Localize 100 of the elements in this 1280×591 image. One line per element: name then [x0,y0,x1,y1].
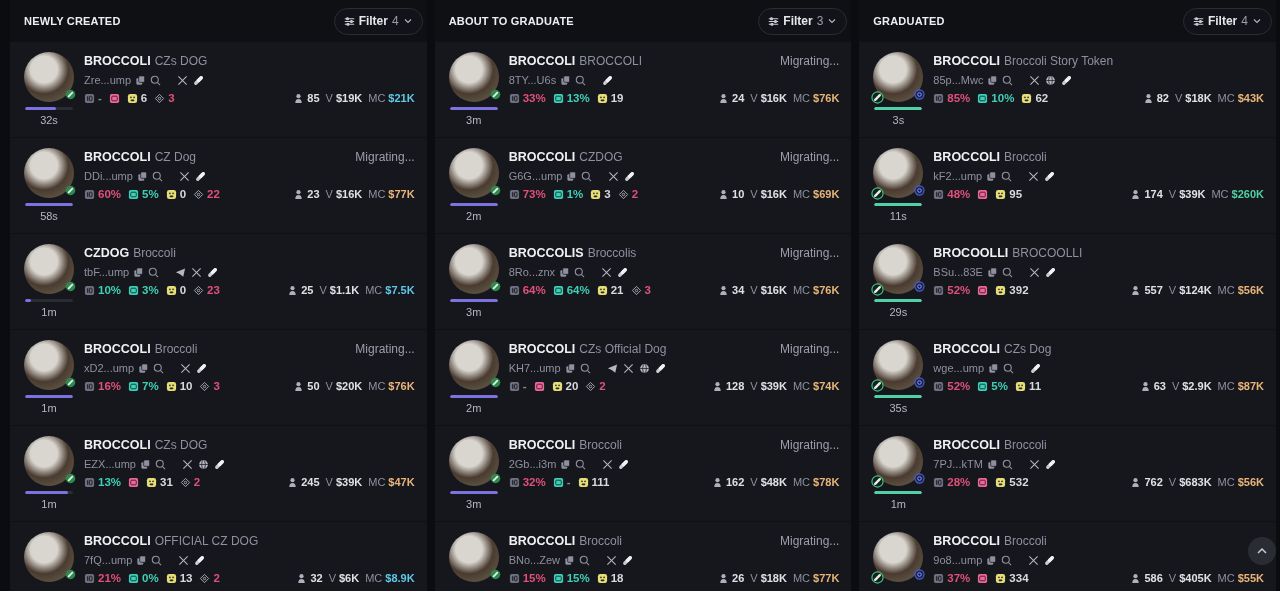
token-card[interactable]: 35s BROCCOLI CZs Dog wge...ump 52% 5% 11 63 V $2.9K MC $87K [859,330,1276,425]
token-address[interactable]: 7fQ...ump [84,554,133,566]
copy-icon[interactable] [133,266,145,278]
x-logo-icon[interactable] [1028,554,1040,566]
pill-icon[interactable] [654,362,666,374]
token-address[interactable]: 85p...Mwc [933,74,984,86]
copy-icon[interactable] [138,362,150,374]
filter-button[interactable]: Filter 3 [758,7,848,35]
x-logo-icon[interactable] [1029,74,1041,86]
x-logo-icon[interactable] [178,554,190,566]
search-icon[interactable] [1003,362,1015,374]
token-card[interactable]: BROCCOLI Broccoli Migrating... BNo...Zew 15% 15% 18 26 V $18K MC $77K [434,522,852,591]
globe-icon[interactable] [197,458,209,470]
x-logo-icon[interactable] [622,362,634,374]
search-icon[interactable] [150,74,162,86]
x-logo-icon[interactable] [181,458,193,470]
pill-icon[interactable] [624,170,636,182]
pill-icon[interactable] [194,554,206,566]
search-icon[interactable] [1001,170,1013,182]
token-card[interactable]: 58s BROCCOLI CZ Dog Migrating... DDi...ump 60% 5% 0 22 23 V $16K MC $77K [10,138,427,233]
copy-icon[interactable] [986,170,998,182]
copy-icon[interactable] [564,362,576,374]
pill-icon[interactable] [1044,266,1056,278]
search-icon[interactable] [579,554,590,566]
search-icon[interactable] [151,554,163,566]
copy-icon[interactable] [136,170,148,182]
pill-icon[interactable] [602,74,614,86]
globe-icon[interactable] [638,362,650,374]
token-address[interactable]: 8TY...U6s [508,74,557,86]
search-icon[interactable] [153,362,165,374]
pill-icon[interactable] [618,458,630,470]
token-card[interactable]: 3s BROCCOLI Broccoli Story Token 85p...Mwc 85% 10% 62 82 V $18K MC $43K [859,42,1276,137]
copy-icon[interactable] [560,74,572,86]
token-card[interactable]: 3m BROCCOLIS Broccolis Migrating... 8Ro...znx 64% 64% 21 3 34 V $16K MC $76K [434,234,852,329]
token-card[interactable]: 3m BROCCOLI BROCCOLI Migrating... 8TY...U6s 33% 13% 19 24 V $16K MC $76K [434,42,852,137]
token-card[interactable]: 11s BROCCOLI Broccoli kF2...ump 48% 95 174 V $39K MC $260K [859,138,1276,233]
x-logo-icon[interactable] [602,458,614,470]
x-logo-icon[interactable] [180,362,192,374]
copy-icon[interactable] [136,554,148,566]
pill-icon[interactable] [1030,362,1042,374]
search-icon[interactable] [579,362,591,374]
copy-icon[interactable] [986,554,998,566]
token-card[interactable]: 2m BROCCOLI CZs Official Dog Migrating... KH7...ump - 20 2 128 V $39K MC $74K [434,330,852,425]
copy-icon[interactable] [139,458,151,470]
pill-icon[interactable] [207,266,219,278]
token-card[interactable]: BROCCOLI Broccoli 9o8...ump 37% 334 586 V $405K MC $55K [859,522,1276,591]
copy-icon[interactable] [986,458,998,470]
token-address[interactable]: DDi...ump [84,170,133,182]
search-icon[interactable] [1002,74,1014,86]
x-logo-icon[interactable] [1028,170,1040,182]
search-icon[interactable] [1001,266,1013,278]
token-address[interactable]: KH7...ump [508,362,561,374]
filter-button[interactable]: Filter 4 [333,7,423,35]
copy-icon[interactable] [559,266,571,278]
pill-icon[interactable] [196,362,208,374]
globe-icon[interactable] [1045,74,1057,86]
pill-icon[interactable] [1061,74,1073,86]
token-address[interactable]: tbF...ump [84,266,130,278]
filter-button[interactable]: Filter 4 [1182,7,1272,35]
copy-icon[interactable] [560,458,572,470]
pill-icon[interactable] [617,266,629,278]
token-card[interactable]: 1m BROCCOLI Broccoli Migrating... xD2...ump 16% 7% 10 3 50 V $20K MC $76K [10,330,427,425]
pill-icon[interactable] [622,554,633,566]
token-address[interactable]: G6G...ump [508,170,563,182]
token-card[interactable]: 1m BROCCOLI CZs DOG EZX...ump 13% 31 2 245 V $39K MC $47K [10,426,427,521]
pill-icon[interactable] [1044,458,1056,470]
search-icon[interactable] [154,458,166,470]
copy-icon[interactable] [986,266,998,278]
x-logo-icon[interactable] [1028,458,1040,470]
search-icon[interactable] [1001,554,1013,566]
token-card[interactable]: 1m CZDOG Broccoli tbF...ump 10% 3% 0 23 25 V $1.1K MC $7.5K [10,234,427,329]
x-logo-icon[interactable] [606,554,617,566]
x-logo-icon[interactable] [608,170,620,182]
pill-icon[interactable] [194,170,206,182]
search-icon[interactable] [581,170,593,182]
x-logo-icon[interactable] [177,74,189,86]
token-card[interactable]: 3m BROCCOLI Broccoli Migrating... 2Gb...i3m 32% - 111 162 V $48K MC $78K [434,426,852,521]
token-address[interactable]: 9o8...ump [933,554,983,566]
token-card[interactable]: 29s BROCOOLLI BROCOOLLI BSu...83E 52% 392 557 V $124K MC $56K [859,234,1276,329]
search-icon[interactable] [575,74,587,86]
x-logo-icon[interactable] [191,266,203,278]
token-address[interactable]: xD2...ump [84,362,135,374]
token-address[interactable]: BNo...Zew [508,554,560,566]
search-icon[interactable] [574,266,586,278]
token-card[interactable]: BROCCOLI OFFICIAL CZ DOG 7fQ...ump 21% 0% 13 2 32 V $6K MC $8.9K [10,522,427,591]
token-address[interactable]: EZX...ump [84,458,136,470]
search-icon[interactable] [575,458,587,470]
copy-icon[interactable] [564,554,575,566]
token-address[interactable]: 8Ro...znx [508,266,556,278]
token-card[interactable]: 1m BROCCOLI Broccoli 7PJ...kTM 28% 532 762 V $683K MC $56K [859,426,1276,521]
pill-icon[interactable] [1044,554,1056,566]
token-address[interactable]: 7PJ...kTM [933,458,983,470]
token-card[interactable]: 32s BROCCOLI CZs DOG Zre...ump - 6 3 85 V $19K MC $21K [10,42,427,137]
token-address[interactable]: 2Gb...i3m [508,458,557,470]
telegram-icon[interactable] [606,362,618,374]
search-icon[interactable] [151,170,163,182]
token-address[interactable]: Zre...ump [84,74,132,86]
copy-icon[interactable] [135,74,147,86]
pill-icon[interactable] [213,458,225,470]
search-icon[interactable] [148,266,160,278]
